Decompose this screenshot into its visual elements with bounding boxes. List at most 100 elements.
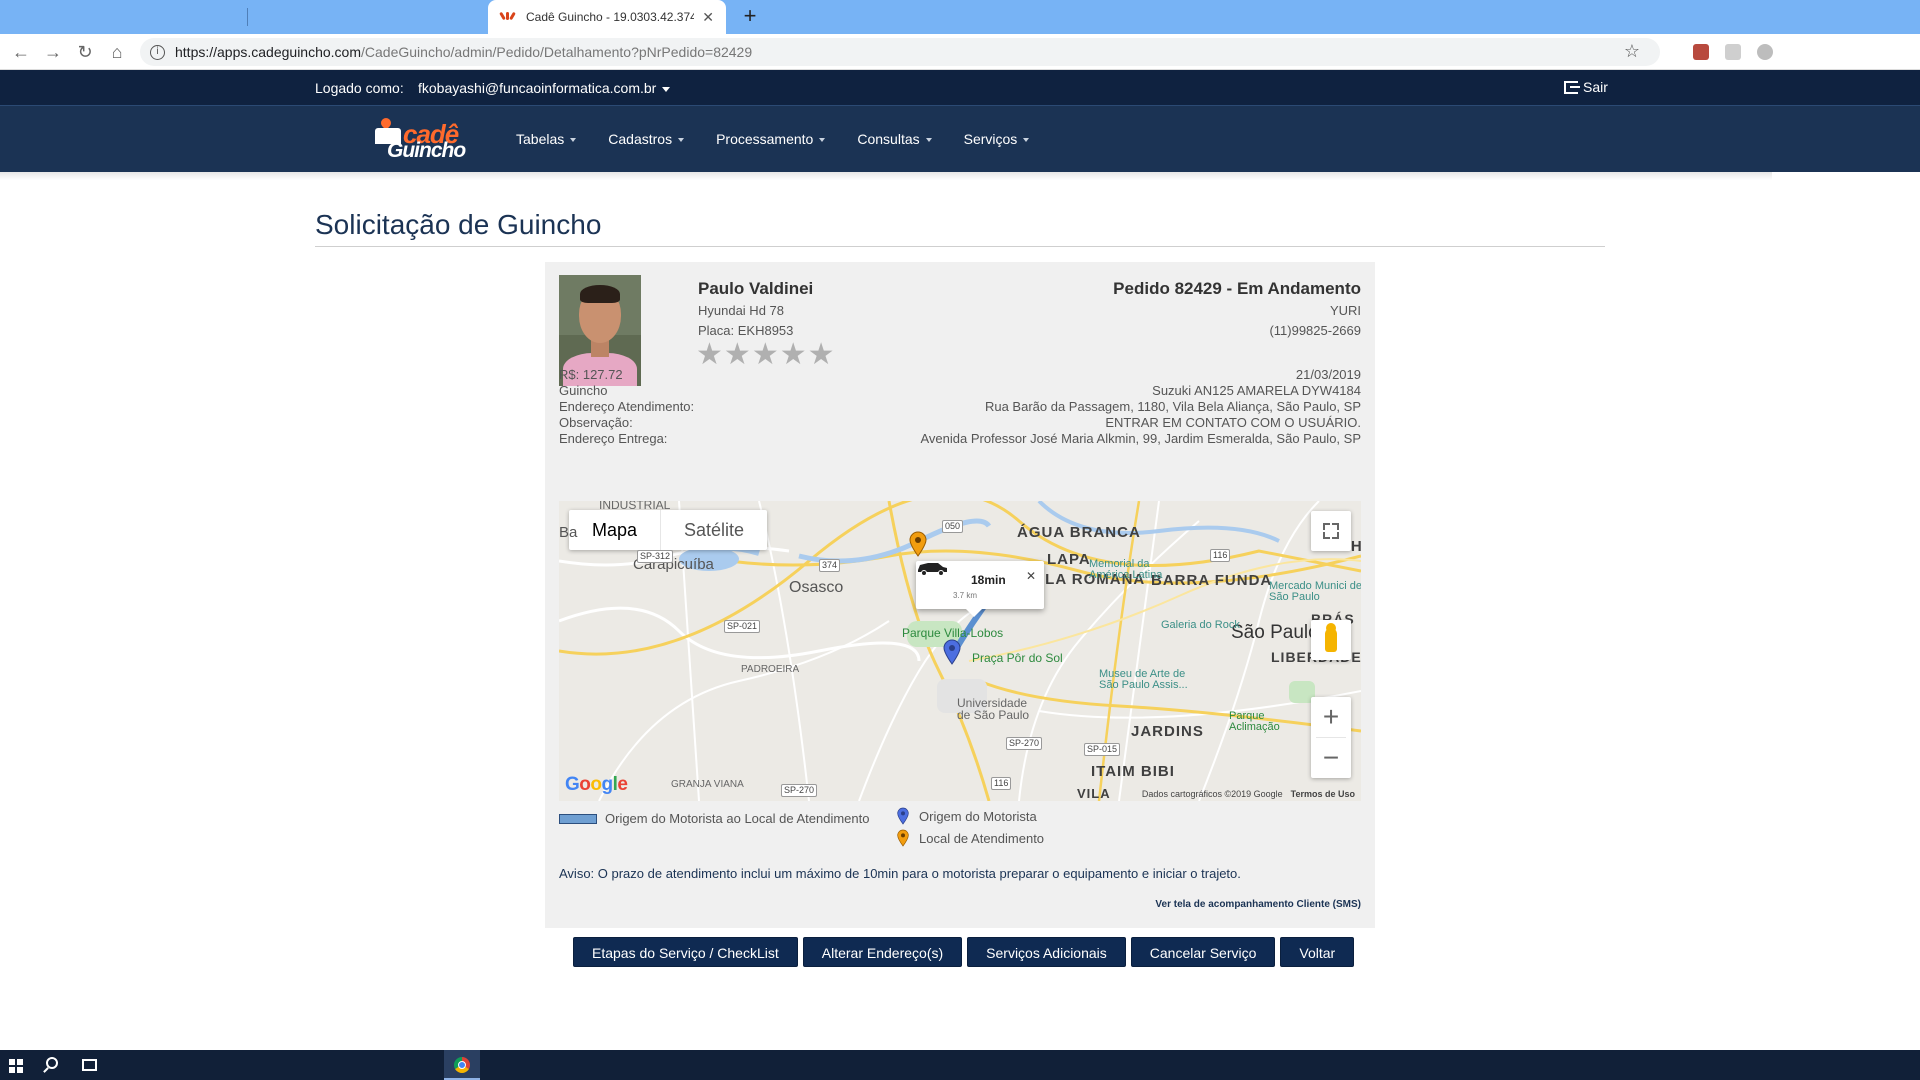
caret-down-icon [925,138,932,143]
main-navbar: cadê Guincho Tabelas Cadastros Processam… [0,105,1920,172]
forward-icon[interactable]: → [42,41,64,63]
nav-item-processamento[interactable]: Processamento [700,106,841,173]
map-label: Memorial da América Latina [1089,558,1163,581]
browser-tab-active[interactable]: Cadê Guincho - 19.0303.42.3747 ✕ [488,0,726,34]
page-title: Solicitação de Guincho [315,209,602,240]
map-label: Parque Aclimação [1229,710,1280,733]
zoom-out-icon[interactable]: − [1311,738,1351,778]
notice-text: Aviso: O prazo de atendimento inclui um … [559,866,1241,881]
route-time: 18min [971,573,1006,587]
route-swatch [559,813,597,824]
additional-services-button[interactable]: Serviços Adicionais [967,937,1126,967]
legend-route-label: Origem do Motorista ao Local de Atendime… [605,811,870,826]
user-menu[interactable]: fkobayashi@funcaoinformatica.com.br [418,80,671,96]
highway-shield: 050 [942,520,964,533]
guincho-favicon-icon [499,10,516,24]
zoom-in-icon[interactable]: + [1311,697,1351,737]
home-icon[interactable]: ⌂ [106,41,128,63]
cancel-service-button[interactable]: Cancelar Serviço [1130,937,1276,967]
sign-out-icon [1564,80,1580,94]
driver-name: Paulo Valdinei [698,279,814,298]
star-icon: ★ [723,337,751,372]
nav-label: Serviços [963,131,1018,147]
bookmark-star-icon[interactable]: ☆ [1624,41,1640,62]
route-map[interactable]: Mapa Satélite Ba INDUSTRIAL Carapicuíba … [559,501,1361,801]
nav-label: Processamento [716,131,814,147]
nav-item-consultas[interactable]: Consultas [841,106,947,173]
caret-down-icon [570,138,577,143]
car-icon [918,563,947,575]
new-tab-icon[interactable]: + [738,4,762,30]
checklist-button[interactable]: Etapas do Serviço / CheckList [573,937,798,967]
close-icon[interactable]: ✕ [702,9,714,26]
map-credits: Dados cartográficos ©2019 Google Termos d… [1142,789,1355,799]
cade-guincho-logo[interactable]: cadê Guincho [373,115,473,166]
highway-shield: SP-015 [1084,743,1121,756]
observation-label: Observação: [559,415,633,430]
terms-link[interactable]: Termos de Uso [1291,789,1355,799]
map-label: Osasco [789,579,844,596]
fullscreen-icon[interactable] [1311,511,1351,551]
chrome-taskbar-icon[interactable] [444,1050,480,1080]
map-label: Universidade de São Paulo [957,696,1030,722]
address-bar[interactable]: i https://apps.cadeguincho.com/CadeGuinc… [140,38,1660,66]
search-icon[interactable] [46,1057,58,1069]
driver-plate: Placa: EKH8953 [698,323,794,338]
nav-item-tabelas[interactable]: Tabelas [500,106,592,173]
google-logo[interactable]: Google [565,774,628,796]
driver-rating: ★ ★ ★ ★ ★ [696,340,835,370]
map-label: Galeria do Rock [1161,619,1240,631]
street-view-pegman-icon[interactable] [1311,620,1351,660]
highway-shield: SP-021 [724,620,761,633]
address-label: Endereço Atendimento: [559,399,695,414]
logout-link[interactable]: Sair [1564,79,1608,95]
extension-icon[interactable] [1725,44,1741,60]
windows-taskbar [0,1050,1920,1080]
map-label: VILA [1077,786,1111,801]
map-tab-map[interactable]: Mapa [569,510,662,550]
nav-item-cadastros[interactable]: Cadastros [592,106,700,173]
login-label: Logado como: [315,80,404,96]
task-view-icon[interactable] [82,1059,97,1071]
map-data-credit: Dados cartográficos ©2019 Google [1141,789,1283,799]
back-button[interactable]: Voltar [1280,937,1355,967]
service-location-pin-icon[interactable] [909,531,927,557]
highway-shield: 374 [819,559,841,572]
close-icon[interactable]: ✕ [1026,569,1036,583]
site-info-icon[interactable]: i [150,44,165,60]
map-label: ÁGUA BRANCA [1017,524,1141,541]
url-host: https://apps.cadeguincho.com [175,44,362,60]
delivery-label: Endereço Entrega: [559,431,668,446]
nav-label: Consultas [857,131,920,147]
customer-vehicle: Suzuki AN125 AMARELA DYW4184 [1152,383,1361,398]
caret-down-icon [662,86,671,92]
nav-label: Tabelas [516,131,565,147]
tab-separator [247,8,248,26]
order-client: YURI [1329,303,1361,318]
map-label: Praça Pôr do Sol [972,651,1063,665]
site-top-bar: Logado como: fkobayashi@funcaoinformatic… [0,70,1920,105]
caret-down-icon [678,138,685,143]
driver-origin-pin-icon[interactable] [943,639,961,665]
sms-tracking-link[interactable]: Ver tela de acompanhamento Cliente (SMS) [1155,899,1361,910]
change-address-button[interactable]: Alterar Endereço(s) [802,937,963,967]
action-buttons: Etapas do Serviço / CheckList Alterar En… [573,937,1355,967]
windows-start-icon[interactable] [9,1059,23,1073]
order-date: 21/03/2019 [1295,367,1361,382]
back-icon[interactable]: ← [10,41,32,63]
highway-shield: 116 [1210,549,1231,562]
nav-item-servicos[interactable]: Serviços [948,106,1046,173]
logout-label: Sair [1583,79,1608,95]
driver-vehicle: Hyundai Hd 78 [698,303,784,318]
map-tab-satellite[interactable]: Satélite [661,510,767,550]
star-icon: ★ [751,337,779,372]
map-label: Museu de Arte de São Paulo Assis... [1099,668,1188,691]
caret-down-icon [1023,138,1030,143]
order-price: R$: 127.72 [559,367,623,382]
map-label: PADROEIRA [741,664,800,675]
legend-driver-origin-label: Origem do Motorista [919,808,1037,824]
pdf-extension-icon[interactable] [1693,44,1709,60]
order-title: Pedido 82429 - Em Andamento [1113,279,1361,298]
reload-icon[interactable]: ↻ [74,41,96,63]
profile-extension-icon[interactable] [1757,44,1773,60]
